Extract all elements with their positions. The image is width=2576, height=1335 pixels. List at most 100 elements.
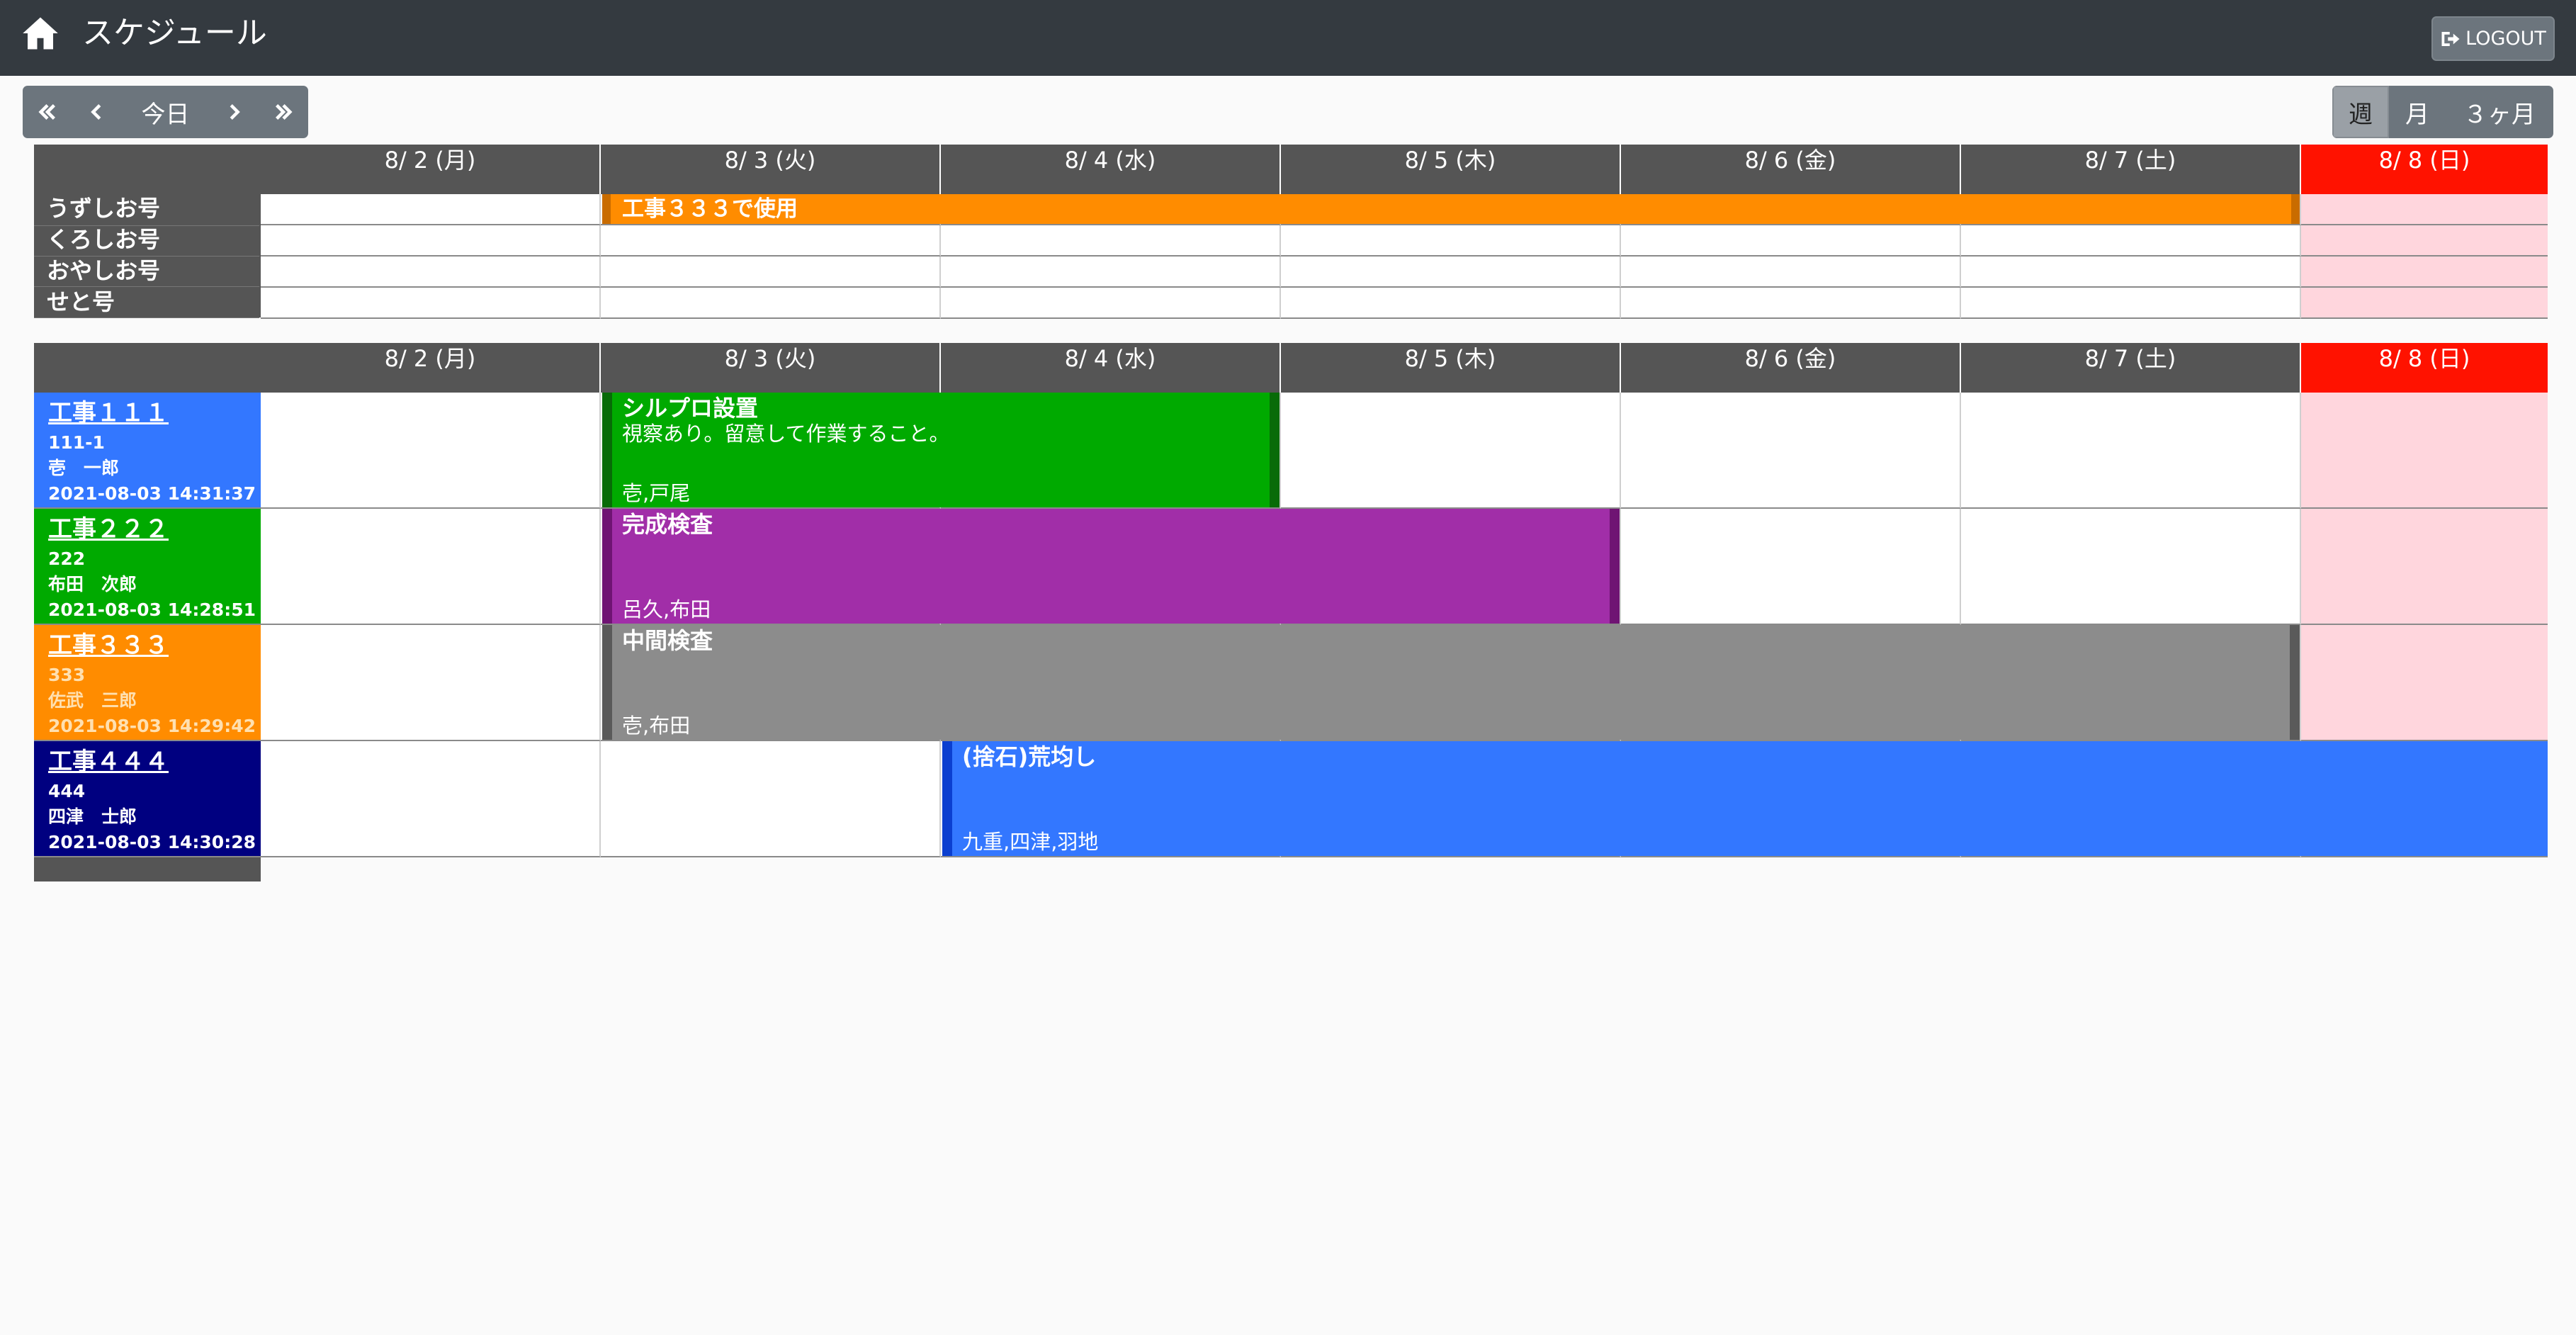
- project-name-link[interactable]: 工事２２２: [48, 513, 169, 546]
- prev-far-button[interactable]: [23, 86, 72, 138]
- grid-cell[interactable]: [1961, 257, 2301, 288]
- header-day-7: 8/ 8 (日): [2301, 343, 2548, 393]
- view-month-button[interactable]: 月: [2389, 86, 2446, 138]
- project-code: 333: [48, 665, 86, 685]
- project-event[interactable]: シルプロ設置 視察あり。留意して作業すること。 壱,戸尾: [602, 393, 1279, 507]
- grid-cell[interactable]: [601, 257, 941, 288]
- event-handle-right[interactable]: [2290, 625, 2300, 740]
- logout-icon: [2441, 31, 2460, 46]
- grid-cell[interactable]: [1961, 393, 2301, 509]
- resource-divider: [34, 317, 259, 318]
- home-icon[interactable]: [21, 16, 60, 51]
- grid-cell[interactable]: [941, 225, 1281, 257]
- project-column-footer: [34, 857, 261, 881]
- grid-cell[interactable]: [261, 741, 601, 857]
- grid-cell[interactable]: [941, 288, 1281, 319]
- event-title: (捨石)荒均し: [962, 743, 1097, 770]
- grid-cell[interactable]: [1621, 225, 1961, 257]
- project-person: 布田 次郎: [48, 574, 137, 595]
- grid-cell[interactable]: [261, 393, 601, 509]
- event-title: 中間検査: [622, 627, 713, 654]
- project-header-corner: [34, 343, 261, 394]
- project-row: 工事３３３ 333 佐武 三郎 2021-08-03 14:29:42: [34, 625, 261, 741]
- project-timestamp: 2021-08-03 14:31:37: [48, 483, 256, 504]
- grid-cell[interactable]: [601, 288, 941, 319]
- project-event[interactable]: (捨石)荒均し 九重,四津,羽地: [942, 741, 2548, 856]
- double-chevron-left-icon: [38, 104, 55, 120]
- event-handle-left[interactable]: [602, 393, 612, 507]
- resource-label: くろしお号: [47, 226, 161, 253]
- header-day-7: 8/ 8 (日): [2301, 145, 2548, 194]
- grid-cell[interactable]: [601, 225, 941, 257]
- event-title: 完成検査: [622, 511, 713, 538]
- header-day-4: 8/ 5 (木): [1281, 145, 1621, 194]
- grid-cell[interactable]: [261, 625, 601, 741]
- resource-label: せと号: [47, 288, 115, 315]
- event-people: 呂久,布田: [622, 597, 711, 621]
- resource-label: おやしお号: [47, 257, 161, 284]
- grid-cell[interactable]: [261, 257, 601, 288]
- header-day-3: 8/ 4 (水): [941, 145, 1281, 194]
- grid-cell[interactable]: [2301, 194, 2548, 225]
- grid-cell[interactable]: [2301, 509, 2548, 625]
- event-handle-right[interactable]: [1270, 393, 1279, 507]
- grid-cell[interactable]: [1281, 257, 1621, 288]
- grid-cell[interactable]: [261, 288, 601, 319]
- header-day-2: 8/ 3 (火): [601, 343, 941, 393]
- project-event[interactable]: 中間検査 壱,布田: [602, 625, 2300, 740]
- grid-cell[interactable]: [261, 194, 601, 225]
- event-handle-left[interactable]: [942, 741, 952, 856]
- grid-cell[interactable]: [2301, 225, 2548, 257]
- grid-cell[interactable]: [2301, 288, 2548, 319]
- project-name-link[interactable]: 工事１１１: [48, 397, 169, 429]
- grid-cell[interactable]: [1621, 393, 1961, 509]
- event-handle-right[interactable]: [2291, 194, 2300, 224]
- project-event[interactable]: 完成検査 呂久,布田: [602, 509, 1620, 624]
- logout-button[interactable]: LOGOUT: [2431, 16, 2555, 61]
- project-name-link[interactable]: 工事３３３: [48, 629, 169, 662]
- header-day-1: 8/ 2 (月): [261, 145, 601, 194]
- header-day-5: 8/ 6 (金): [1621, 343, 1961, 393]
- view-3month-button[interactable]: ３ヶ月: [2446, 86, 2553, 138]
- header-day-3: 8/ 4 (水): [941, 343, 1281, 393]
- header-day-6: 8/ 7 (土): [1961, 145, 2301, 194]
- event-handle-right[interactable]: [1610, 509, 1620, 624]
- chevron-right-icon: [230, 104, 240, 120]
- grid-cell[interactable]: [2301, 625, 2548, 741]
- event-handle-left[interactable]: [602, 194, 611, 224]
- event-people: 九重,四津,羽地: [962, 830, 1099, 854]
- grid-cell[interactable]: [261, 225, 601, 257]
- grid-cell[interactable]: [1621, 509, 1961, 625]
- view-week-button[interactable]: 週: [2332, 86, 2389, 138]
- project-name-link[interactable]: 工事４４４: [48, 745, 169, 778]
- project-person: 壱 一郎: [48, 458, 120, 478]
- project-person: 佐武 三郎: [48, 690, 137, 711]
- grid-cell[interactable]: [1621, 288, 1961, 319]
- next-button[interactable]: [209, 86, 259, 138]
- header-day-6: 8/ 7 (土): [1961, 343, 2301, 393]
- next-far-button[interactable]: [259, 86, 308, 138]
- project-code: 222: [48, 548, 86, 569]
- prev-button[interactable]: [72, 86, 122, 138]
- grid-cell[interactable]: [1281, 288, 1621, 319]
- today-button[interactable]: 今日: [122, 86, 209, 138]
- grid-cell[interactable]: [2301, 257, 2548, 288]
- event-handle-left[interactable]: [602, 509, 612, 624]
- grid-cell[interactable]: [1281, 225, 1621, 257]
- project-timestamp: 2021-08-03 14:30:28: [48, 832, 256, 852]
- resource-event[interactable]: 工事３３３で使用: [602, 194, 2300, 224]
- grid-cell[interactable]: [261, 509, 601, 625]
- grid-cell[interactable]: [1961, 509, 2301, 625]
- project-row: 工事２２２ 222 布田 次郎 2021-08-03 14:28:51: [34, 509, 261, 625]
- grid-cell[interactable]: [1961, 225, 2301, 257]
- grid-cell[interactable]: [1961, 288, 2301, 319]
- project-code: 444: [48, 781, 86, 801]
- grid-cell[interactable]: [601, 741, 941, 857]
- grid-cell[interactable]: [941, 257, 1281, 288]
- grid-cell[interactable]: [1281, 393, 1621, 509]
- header-day-5: 8/ 6 (金): [1621, 145, 1961, 194]
- header-day-1: 8/ 2 (月): [261, 343, 601, 393]
- grid-cell[interactable]: [1621, 257, 1961, 288]
- grid-cell[interactable]: [2301, 393, 2548, 509]
- event-handle-left[interactable]: [602, 625, 612, 740]
